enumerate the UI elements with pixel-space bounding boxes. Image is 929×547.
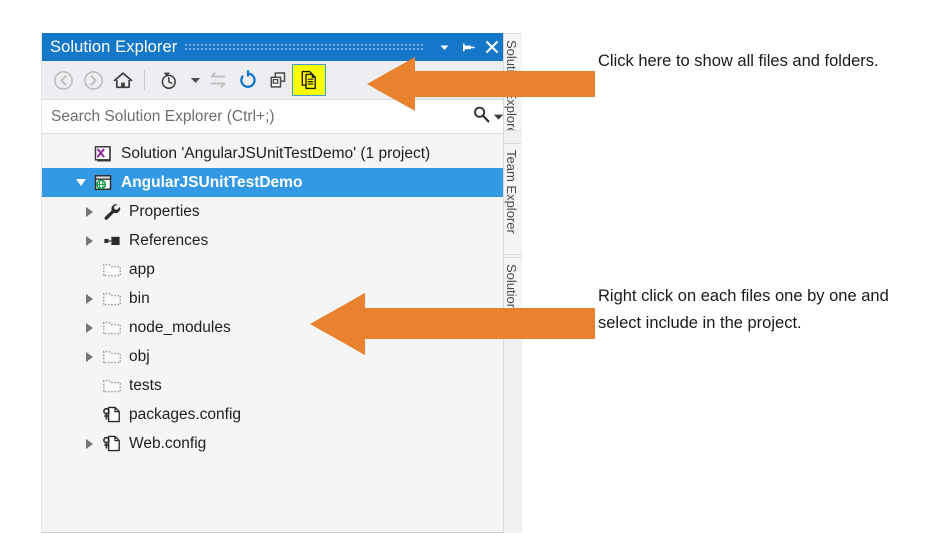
folder-excluded-icon xyxy=(100,259,124,281)
expander-closed[interactable] xyxy=(78,226,100,255)
tree-label: tests xyxy=(129,376,162,394)
refresh-button[interactable] xyxy=(233,65,263,95)
arrow-to-show-all-files xyxy=(367,56,595,112)
expander-closed[interactable] xyxy=(78,429,100,458)
tree-row-app[interactable]: app xyxy=(42,255,510,284)
tree-row-tests[interactable]: tests xyxy=(42,371,510,400)
tree-label: packages.config xyxy=(129,405,242,423)
expander-open[interactable] xyxy=(70,168,92,197)
tree-label: app xyxy=(129,260,155,278)
folder-excluded-icon xyxy=(100,375,124,397)
tree-row-references[interactable]: References xyxy=(42,226,510,255)
tree-label: Properties xyxy=(129,202,200,220)
tree-row-web-config[interactable]: Web.config xyxy=(42,429,510,458)
dock-tab-label: Team Explorer xyxy=(504,150,519,234)
config-file-icon xyxy=(100,433,124,455)
tree-label: Web.config xyxy=(129,434,207,452)
expander-closed[interactable] xyxy=(78,313,100,342)
config-file-icon xyxy=(100,404,124,426)
solution-icon xyxy=(92,143,116,165)
expander-closed[interactable] xyxy=(78,342,100,371)
expander-placeholder xyxy=(78,400,100,429)
web-project-icon xyxy=(92,172,116,194)
pending-changes-dropdown-icon[interactable] xyxy=(187,65,203,95)
folder-excluded-icon xyxy=(100,346,124,368)
expander-placeholder xyxy=(78,255,100,284)
tree-row-project[interactable]: AngularJSUnitTestDemo xyxy=(42,168,510,197)
dock-tab-team-explorer[interactable]: Team Explorer xyxy=(504,143,522,255)
expander-placeholder xyxy=(70,139,92,168)
tree-label: Solution 'AngularJSUnitTestDemo' (1 proj… xyxy=(121,144,431,162)
tree-label: obj xyxy=(129,347,150,365)
folder-excluded-icon xyxy=(100,288,124,310)
arrow-to-file-list xyxy=(310,292,595,356)
tree-label: References xyxy=(129,231,209,249)
toolbar-separator xyxy=(144,70,145,90)
pending-changes-filter-button[interactable] xyxy=(151,65,187,95)
expander-placeholder xyxy=(48,139,70,168)
tree-label: AngularJSUnitTestDemo xyxy=(121,173,303,191)
expander-placeholder xyxy=(48,168,70,197)
folder-excluded-icon xyxy=(100,317,124,339)
collapse-all-button[interactable] xyxy=(263,65,293,95)
tree-label: node_modules xyxy=(129,318,231,336)
expander-closed[interactable] xyxy=(78,197,100,226)
tree-label: bin xyxy=(129,289,150,307)
tree-row-properties[interactable]: Properties xyxy=(42,197,510,226)
back-button[interactable] xyxy=(48,65,78,95)
show-all-files-button[interactable] xyxy=(292,64,326,96)
home-button[interactable] xyxy=(108,65,138,95)
expander-placeholder xyxy=(78,371,100,400)
references-icon xyxy=(100,230,124,252)
tree-row-solution[interactable]: Solution 'AngularJSUnitTestDemo' (1 proj… xyxy=(42,139,510,168)
wrench-icon xyxy=(100,201,124,223)
show-all-files-callout: Click here to show all files and folders… xyxy=(598,52,879,70)
drag-grip[interactable] xyxy=(185,42,424,52)
forward-button[interactable] xyxy=(78,65,108,95)
include-in-project-callout: Right click on each files one by one and… xyxy=(598,287,889,332)
expander-closed[interactable] xyxy=(78,284,100,313)
tree-row-packages-config[interactable]: packages.config xyxy=(42,400,510,429)
sync-with-active-document-button[interactable] xyxy=(203,65,233,95)
panel-title: Solution Explorer xyxy=(50,37,178,56)
